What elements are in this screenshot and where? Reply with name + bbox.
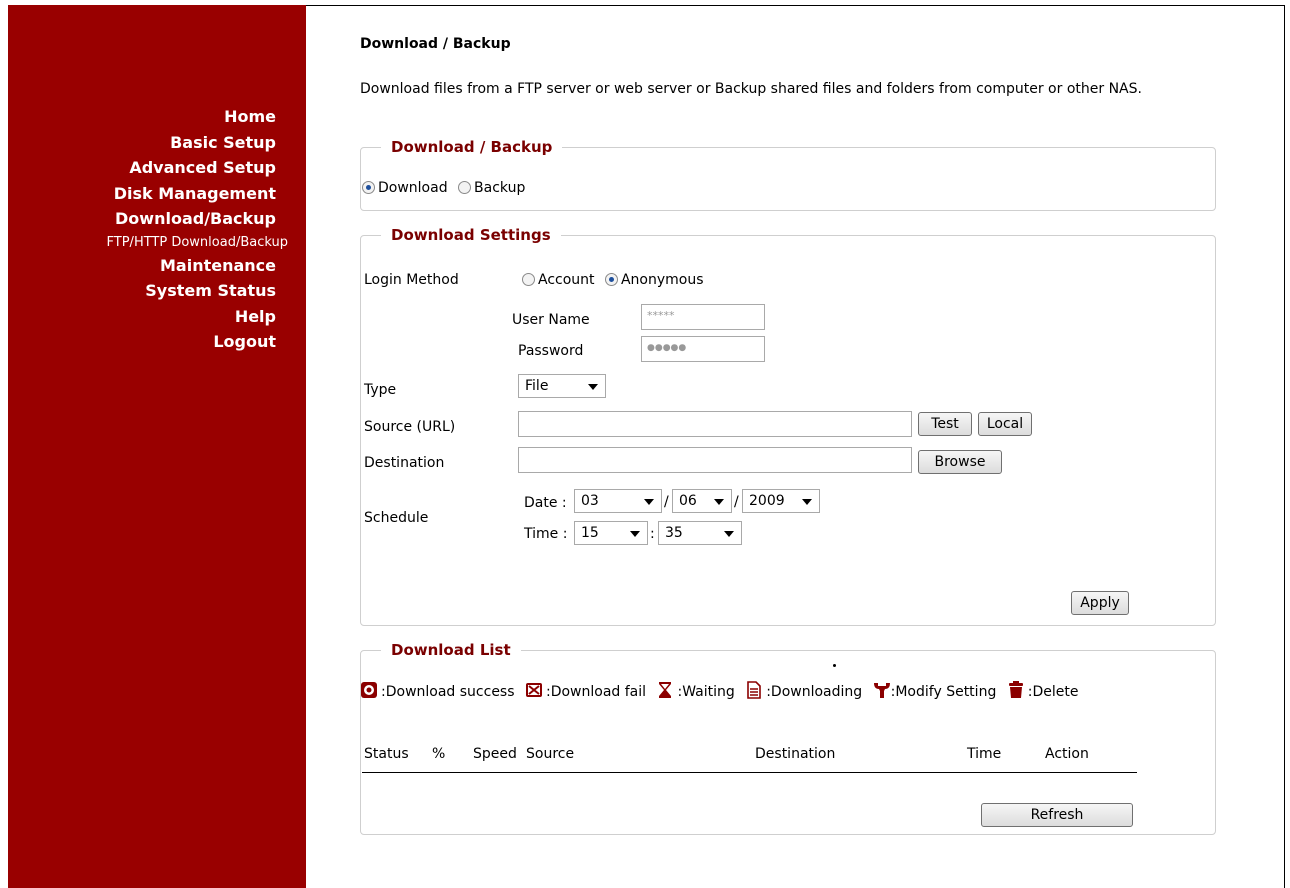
sidebar-item-basic-setup[interactable]: Basic Setup xyxy=(107,130,276,156)
login-method-label: Login Method xyxy=(364,272,459,288)
date-separator: / xyxy=(664,494,669,510)
time-hour-select[interactable]: 15 xyxy=(574,521,648,545)
chevron-down-icon xyxy=(588,384,598,390)
password-label: Password xyxy=(518,343,584,359)
sidebar-item-download-backup[interactable]: Download/Backup xyxy=(107,206,276,232)
wrench-icon xyxy=(873,683,890,698)
sidebar-item-disk-management[interactable]: Disk Management xyxy=(107,181,276,207)
anonymous-radio[interactable]: Anonymous xyxy=(604,272,704,288)
local-button[interactable]: Local xyxy=(978,412,1032,436)
settings-legend: Download Settings xyxy=(391,226,551,244)
column-header-source: Source xyxy=(526,746,575,762)
page-description: Download files from a FTP server or web … xyxy=(360,81,1142,97)
radio-unselected-icon xyxy=(458,181,472,194)
backup-radio[interactable]: Backup xyxy=(458,180,525,196)
sidebar-nav: Home Basic Setup Advanced Setup Disk Man… xyxy=(107,104,288,355)
time-label: Time : xyxy=(524,526,568,542)
account-radio[interactable]: Account xyxy=(522,272,595,288)
time-separator: : xyxy=(650,526,655,542)
chevron-down-icon xyxy=(630,531,640,537)
date-day-select[interactable]: 03 xyxy=(574,489,662,513)
delete-label: :Delete xyxy=(1027,684,1079,700)
document-icon xyxy=(747,681,762,699)
login-radio-group: Account Anonymous xyxy=(522,272,704,288)
sidebar-item-help[interactable]: Help xyxy=(107,304,276,330)
page-title: Download / Backup xyxy=(360,36,511,52)
table-header-divider xyxy=(362,772,1137,773)
column-header-percent: % xyxy=(432,746,446,762)
apply-button[interactable]: Apply xyxy=(1071,591,1129,615)
status-icon-legend: :Download success :Download fail :Waitin… xyxy=(360,681,1085,700)
trash-icon xyxy=(1008,681,1023,698)
type-select[interactable]: File xyxy=(518,374,606,398)
sidebar-item-maintenance[interactable]: Maintenance xyxy=(107,253,276,279)
downloading-label: :Downloading xyxy=(766,684,863,700)
mode-fieldset: Download / Backup xyxy=(360,138,1216,211)
schedule-label: Schedule xyxy=(364,510,429,526)
column-header-action: Action xyxy=(1045,746,1089,762)
date-label: Date : xyxy=(524,495,567,511)
download-fail-label: :Download fail xyxy=(545,684,647,700)
refresh-button[interactable]: Refresh xyxy=(981,803,1133,827)
modify-setting-label: :Modify Setting xyxy=(890,684,997,700)
column-header-time: Time xyxy=(967,746,1002,762)
column-header-destination: Destination xyxy=(755,746,836,762)
browse-button[interactable]: Browse xyxy=(918,450,1002,474)
chevron-down-icon xyxy=(724,531,734,537)
download-list-legend: Download List xyxy=(391,641,511,659)
date-month-select[interactable]: 06 xyxy=(672,489,732,513)
test-button[interactable]: Test xyxy=(918,412,972,436)
column-header-speed: Speed xyxy=(473,746,517,762)
username-input[interactable]: ***** xyxy=(641,304,765,330)
sidebar-subitem-ftp-http[interactable]: FTP/HTTP Download/Backup xyxy=(107,232,288,253)
chevron-down-icon xyxy=(644,499,654,505)
time-minute-select[interactable]: 35 xyxy=(658,521,742,545)
chevron-down-icon xyxy=(714,499,724,505)
date-year-select[interactable]: 2009 xyxy=(742,489,820,513)
type-label: Type xyxy=(364,382,397,398)
date-separator: / xyxy=(734,494,739,510)
type-select-value: File xyxy=(525,378,549,394)
chevron-down-icon xyxy=(802,499,812,505)
download-success-icon xyxy=(361,682,377,698)
waiting-label: :Waiting xyxy=(677,684,735,700)
column-header-status: Status xyxy=(364,746,409,762)
download-radio[interactable]: Download xyxy=(362,180,448,196)
destination-label: Destination xyxy=(364,455,445,471)
dot-marker xyxy=(833,664,836,667)
sidebar-item-system-status[interactable]: System Status xyxy=(107,278,276,304)
main-content: Download / Backup Download files from a … xyxy=(360,0,1216,888)
download-fail-icon xyxy=(525,683,542,697)
source-label: Source (URL) xyxy=(364,419,456,435)
mode-legend: Download / Backup xyxy=(391,138,553,156)
sidebar: Home Basic Setup Advanced Setup Disk Man… xyxy=(8,5,306,888)
source-input[interactable] xyxy=(518,411,912,437)
sidebar-item-home[interactable]: Home xyxy=(107,104,276,130)
hourglass-icon xyxy=(659,682,672,698)
destination-input[interactable] xyxy=(518,447,912,473)
radio-unselected-icon xyxy=(522,273,535,286)
password-input[interactable]: ●●●●● xyxy=(641,336,765,362)
username-label: User Name xyxy=(512,312,590,328)
download-success-label: :Download success xyxy=(381,684,515,700)
sidebar-item-logout[interactable]: Logout xyxy=(107,329,276,355)
radio-selected-icon xyxy=(604,273,618,286)
radio-selected-icon xyxy=(362,181,375,194)
sidebar-item-advanced-setup[interactable]: Advanced Setup xyxy=(107,155,276,181)
mode-radio-group: Download Backup xyxy=(362,180,525,196)
